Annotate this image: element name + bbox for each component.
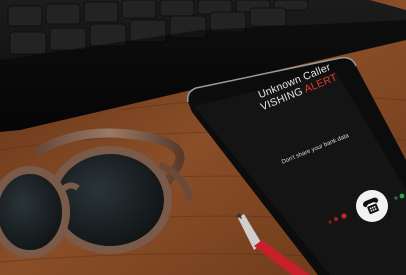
answer-call-button [356,190,388,222]
photo-scene: Unknown Caller VISHING ALERT Don't share… [0,0,406,275]
